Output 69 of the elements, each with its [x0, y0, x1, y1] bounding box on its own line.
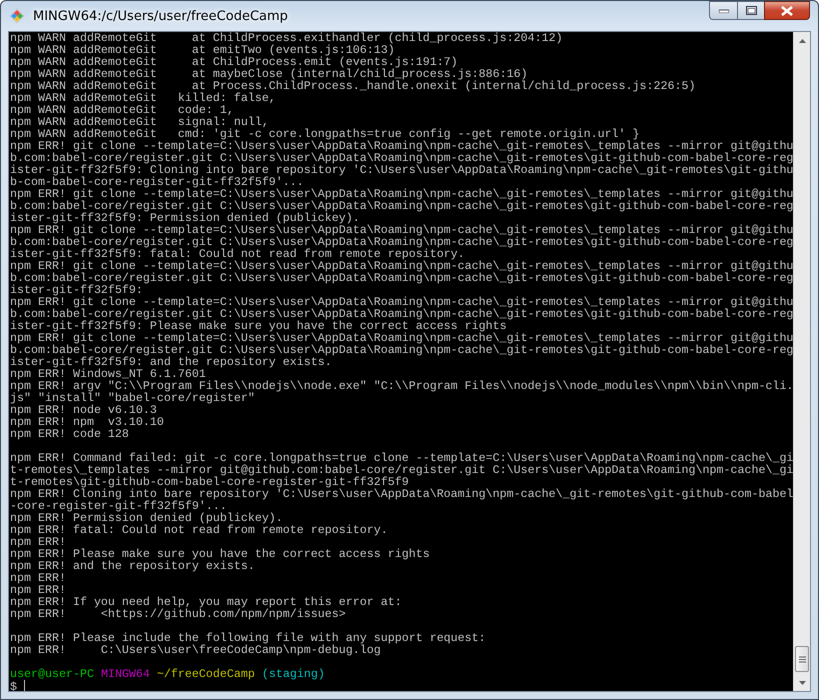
terminal-line: ister-git-ff32f5f9: fatal: Could not read from remote repository.: [10, 248, 465, 260]
terminal-line: ister-git-ff32f5f9:: [10, 284, 143, 296]
scrollbar-thumb[interactable]: [795, 646, 809, 672]
terminal-line: npm ERR! and the repository exists.: [10, 560, 255, 572]
terminal-line: npm ERR! Windows_NT 6.1.7601: [10, 368, 206, 380]
prompt-text: (staging): [262, 668, 325, 680]
terminal-line: ister-git-ff32f5f9: and the repository exists.: [10, 356, 332, 368]
terminal-line: npm WARN addRemoteGit code: 1,: [10, 104, 234, 116]
minimize-icon: [718, 8, 728, 12]
terminal-line: -core-register-git-ff32f5f9'...: [10, 500, 227, 512]
terminal-line: npm ERR! fatal: Could not read from remote repository.: [10, 524, 388, 536]
maximize-icon: [746, 6, 756, 15]
terminal-line: npm WARN addRemoteGit cmd: 'git -c core.longpaths=true config --get remote.origin.url' }: [10, 128, 640, 140]
terminal-line: t-remotes\_templates --mirror git@github.com:babel-core/register.git C:\Users\user\AppData\Roaming\npm-cache\_gi: [10, 464, 794, 476]
terminal-line: npm ERR! C:\Users\user\freeCodeCamp\npm-debug.log: [10, 644, 381, 656]
close-icon: [781, 6, 793, 16]
terminal-line: npm ERR! node v6.10.3: [10, 404, 157, 416]
terminal-line: t-remotes\git-github-com-babel-core-register-git-ff32f5f9: [10, 476, 409, 488]
terminal-line: ister-git-ff32f5f9: Please make sure you have the correct access rights: [10, 320, 507, 332]
close-button[interactable]: [764, 1, 810, 20]
up-arrow-icon[interactable]: [798, 38, 806, 42]
grip-icon: [798, 656, 806, 662]
text-cursor: [24, 680, 25, 691]
terminal-line: npm WARN addRemoteGit at ChildProcess.exithandler (child_process.js:204:12): [10, 32, 563, 44]
terminal-line: npm WARN addRemoteGit at maybeClose (internal/child_process.js:886:16): [10, 68, 528, 80]
terminal-line: npm WARN addRemoteGit at emitTwo (events.js:106:13): [10, 44, 395, 56]
terminal-line: npm WARN addRemoteGit at Process.ChildProcess._handle.onexit (internal/child_process.js:226:5): [10, 80, 696, 92]
maximize-button[interactable]: [737, 1, 764, 20]
vertical-scrollbar[interactable]: [793, 32, 810, 691]
terminal-line: npm ERR! git clone --template=C:\Users\user\AppData\Roaming\npm-cache\_git-remotes\_templates --mirror git@githu: [10, 224, 794, 236]
terminal-line: ister-git-ff32f5f9: Cloning into bare repository 'C:\Users\user\AppData\Roaming\npm-cache\_git-remotes\git-githu: [10, 164, 794, 176]
terminal-line: js" "install" "babel-core/register": [10, 392, 255, 404]
terminal-line: npm ERR!: [10, 584, 66, 596]
terminal-line: npm WARN addRemoteGit at ChildProcess.emit (events.js:191:7): [10, 56, 458, 68]
terminal-line: b.com:babel-core/register.git C:\Users\user\AppData\Roaming\npm-cache\_git-remotes\git-github-com-babel-core-reg: [10, 152, 794, 164]
terminal-line: b.com:babel-core/register.git C:\Users\user\AppData\Roaming\npm-cache\_git-remotes\git-github-com-babel-core-reg: [10, 200, 794, 212]
terminal-line: b.com:babel-core/register.git C:\Users\user\AppData\Roaming\npm-cache\_git-remotes\git-github-com-babel-core-reg: [10, 236, 794, 248]
terminal-line: npm ERR! code 128: [10, 428, 129, 440]
terminal-line: b.com:babel-core/register.git C:\Users\user\AppData\Roaming\npm-cache\_git-remotes\git-github-com-babel-core-reg: [10, 308, 794, 320]
terminal-line: npm ERR! Please include the following file with any support request:: [10, 632, 486, 644]
terminal-line: npm ERR! If you need help, you may report this error at:: [10, 596, 402, 608]
terminal-line: npm ERR! argv "C:\\Program Files\\nodejs\\node.exe" "C:\\Program Files\\nodejs\\node_modules\\npm\\bin\\npm-cli.: [10, 380, 794, 392]
terminal-line: npm ERR! git clone --template=C:\Users\user\AppData\Roaming\npm-cache\_git-remotes\_templates --mirror git@githu: [10, 188, 794, 200]
terminal-line: ister-git-ff32f5f9: Permission denied (publickey).: [10, 212, 360, 224]
terminal-line: b.com:babel-core/register.git C:\Users\user\AppData\Roaming\npm-cache\_git-remotes\git-github-com-babel-core-reg: [10, 344, 794, 356]
terminal-line: npm ERR!: [10, 536, 66, 548]
terminal-line: npm ERR! Permission denied (publickey).: [10, 512, 283, 524]
terminal-line: npm WARN addRemoteGit killed: false,: [10, 92, 276, 104]
terminal-line: npm ERR! git clone --template=C:\Users\user\AppData\Roaming\npm-cache\_git-remotes\_templates --mirror git@githu: [10, 296, 794, 308]
prompt-text: ~/freeCodeCamp: [156, 668, 255, 680]
window-title: MINGW64:/c/Users/user/freeCodeCamp: [33, 8, 289, 24]
terminal-line: npm ERR! <https://github.com/npm/npm/issues>: [10, 608, 346, 620]
terminal-line: b-com-babel-core-register-git-ff32f5f9'...: [10, 176, 304, 188]
terminal-line: b.com:babel-core/register.git C:\Users\user\AppData\Roaming\npm-cache\_git-remotes\git-github-com-babel-core-reg: [10, 272, 794, 284]
down-arrow-icon[interactable]: [798, 680, 806, 684]
terminal-line: npm WARN addRemoteGit signal: null,: [10, 116, 269, 128]
diamond-logo-icon: [9, 8, 25, 24]
terminal-line: npm ERR! npm v3.10.10: [10, 416, 164, 428]
prompt-symbol: $: [10, 680, 17, 691]
terminal-line: npm ERR! Command failed: git -c core.longpaths=true clone --template=C:\Users\user\AppData\Roaming\npm-cache\_gi: [10, 452, 794, 464]
terminal-line: npm ERR! git clone --template=C:\Users\user\AppData\Roaming\npm-cache\_git-remotes\_templates --mirror git@githu: [10, 332, 794, 344]
terminal-line: npm ERR! git clone --template=C:\Users\user\AppData\Roaming\npm-cache\_git-remotes\_templates --mirror git@githu: [10, 140, 794, 152]
prompt-text: user@user-PC: [10, 668, 94, 680]
prompt-text: MINGW64: [100, 668, 150, 680]
terminal-line: npm ERR! git clone --template=C:\Users\user\AppData\Roaming\npm-cache\_git-remotes\_templates --mirror git@githu: [10, 260, 794, 272]
terminal-line: npm ERR! Cloning into bare repository 'C:\Users\user\AppData\Roaming\npm-cache\_git-remotes\git-github-com-babel: [10, 488, 794, 500]
terminal-line: npm ERR!: [10, 572, 66, 584]
minimize-button[interactable]: [709, 1, 737, 20]
terminal-line: npm ERR! Please make sure you have the correct access rights: [10, 548, 430, 560]
